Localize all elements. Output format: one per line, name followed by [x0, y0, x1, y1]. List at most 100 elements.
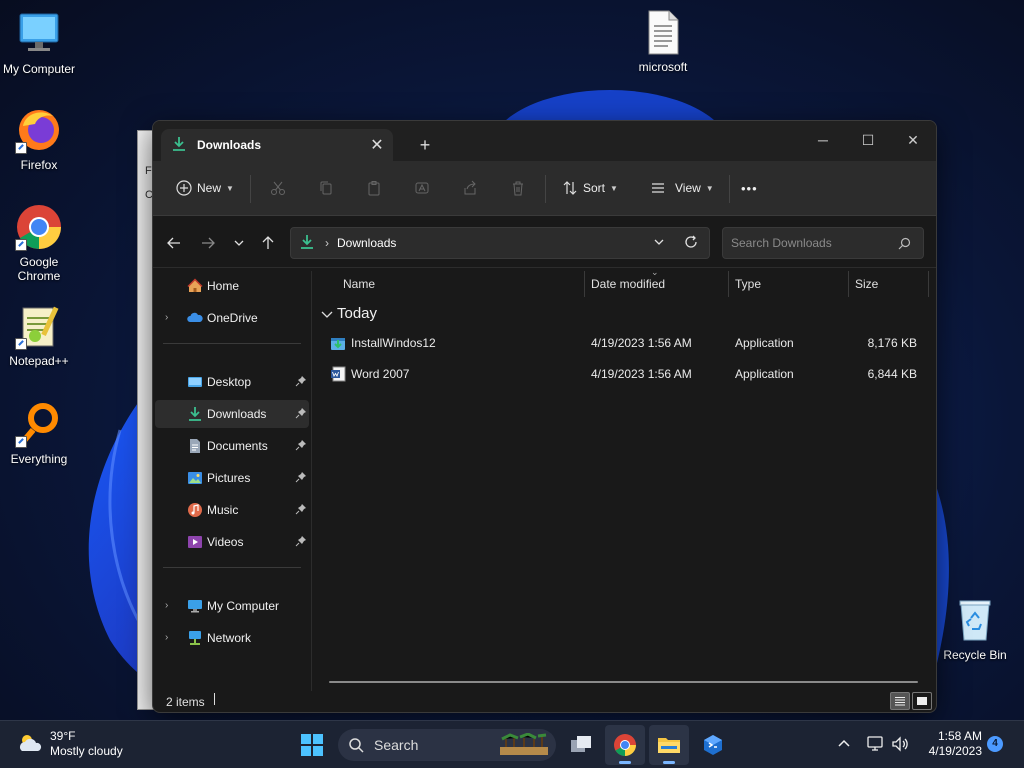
- taskbar-app[interactable]: [693, 725, 733, 765]
- details-view-button[interactable]: [890, 692, 910, 710]
- view-button[interactable]: View ▼: [645, 174, 714, 202]
- nav-item-onedrive[interactable]: › OneDrive: [155, 304, 309, 332]
- command-bar: New ▼ Sort ▼ View ▼ •••: [153, 161, 936, 216]
- notification-badge[interactable]: 4: [987, 736, 1003, 752]
- column-divider[interactable]: [728, 271, 729, 297]
- column-header-type[interactable]: Type: [735, 277, 761, 291]
- group-header-today[interactable]: Today: [321, 305, 377, 322]
- everything-icon: [15, 400, 63, 448]
- pin-icon[interactable]: [295, 503, 307, 517]
- minimize-button[interactable]: ─: [800, 125, 846, 155]
- up-button[interactable]: [255, 230, 281, 256]
- desktop-icon-everything[interactable]: Everything: [0, 400, 78, 466]
- more-options-button[interactable]: •••: [741, 174, 758, 202]
- tiles-view-button[interactable]: [912, 692, 932, 710]
- delete-button[interactable]: [505, 174, 531, 202]
- column-divider[interactable]: [584, 271, 585, 297]
- recent-locations-button[interactable]: [226, 230, 252, 256]
- nav-item-home[interactable]: Home: [155, 272, 309, 300]
- tab-downloads[interactable]: Downloads ✕: [161, 129, 393, 161]
- weather-widget[interactable]: 39°F Mostly cloudy: [16, 729, 123, 760]
- pin-icon[interactable]: [295, 407, 307, 421]
- column-header-name[interactable]: Name: [343, 277, 375, 291]
- paste-button[interactable]: [361, 174, 387, 202]
- breadcrumb-downloads[interactable]: Downloads: [337, 236, 396, 250]
- task-view-icon: [571, 736, 591, 752]
- sort-button[interactable]: Sort ▼: [557, 174, 618, 202]
- task-view-button[interactable]: [561, 725, 601, 765]
- pin-icon[interactable]: [295, 375, 307, 389]
- file-date: 4/19/2023 1:56 AM: [591, 336, 692, 350]
- back-button[interactable]: [161, 230, 187, 256]
- network-icon: [867, 736, 883, 751]
- share-button[interactable]: [457, 174, 483, 202]
- nav-label: Music: [207, 503, 239, 517]
- nav-item-downloads[interactable]: Downloads: [155, 400, 309, 428]
- desktop-icon-label: Everything: [10, 452, 68, 466]
- nav-divider: [163, 343, 301, 344]
- title-bar[interactable]: Downloads ✕ + ─ ☐ ✕: [153, 121, 936, 161]
- folder-icon: [658, 738, 680, 753]
- copy-button[interactable]: [313, 174, 339, 202]
- desktop-icon-chrome[interactable]: Google Chrome: [0, 203, 78, 283]
- arrow-up-icon: [262, 236, 274, 249]
- taskbar-chrome[interactable]: [605, 725, 645, 765]
- desktop-icon-recycle-bin[interactable]: Recycle Bin: [936, 596, 1014, 662]
- nav-item-music[interactable]: Music: [155, 496, 309, 524]
- pin-icon[interactable]: [295, 471, 307, 485]
- maximize-button[interactable]: ☐: [845, 125, 891, 155]
- nav-item-pictures[interactable]: Pictures: [155, 464, 309, 492]
- horizontal-scrollbar[interactable]: [329, 681, 918, 683]
- download-icon: [187, 406, 203, 422]
- refresh-button[interactable]: [684, 235, 698, 252]
- nav-item-videos[interactable]: Videos: [155, 528, 309, 556]
- clock[interactable]: 1:58 AM 4/19/2023: [920, 729, 982, 759]
- nav-item-my-computer[interactable]: › My Computer: [155, 592, 309, 620]
- details-view-icon: [895, 697, 905, 706]
- toolbar-divider: [545, 175, 546, 203]
- table-row[interactable]: [321, 449, 925, 477]
- pin-icon[interactable]: [295, 439, 307, 453]
- nav-item-documents[interactable]: Documents: [155, 432, 309, 460]
- desktop-icon-notepadpp[interactable]: Notepad++: [0, 302, 78, 368]
- taskbar-search[interactable]: Search: [338, 729, 556, 761]
- nav-label: Documents: [207, 439, 268, 453]
- network-status-button[interactable]: [867, 735, 885, 753]
- network-icon: [187, 630, 203, 646]
- tiles-view-icon: [917, 697, 927, 705]
- forward-button[interactable]: [195, 230, 221, 256]
- pin-icon[interactable]: [295, 535, 307, 549]
- column-divider[interactable]: [848, 271, 849, 297]
- file-explorer-window[interactable]: Downloads ✕ + ─ ☐ ✕ New ▼ Sort ▼ View ▼ …: [152, 120, 937, 713]
- desktop-icon-microsoft-file[interactable]: microsoft: [624, 8, 702, 74]
- table-row[interactable]: Word 2007 4/19/2023 1:56 AM Application …: [321, 360, 925, 388]
- column-header-size[interactable]: Size: [855, 277, 878, 291]
- pane-splitter[interactable]: [311, 271, 312, 691]
- column-header-date[interactable]: Date modified: [591, 277, 665, 291]
- document-icon: [187, 438, 203, 454]
- address-history-button[interactable]: [653, 236, 665, 251]
- cut-button[interactable]: [265, 174, 291, 202]
- column-divider[interactable]: [928, 271, 929, 297]
- taskbar-file-explorer[interactable]: [649, 725, 689, 765]
- show-hidden-icons-button[interactable]: [835, 735, 853, 753]
- start-button[interactable]: [292, 725, 332, 765]
- file-date: 4/19/2023 1:56 AM: [591, 367, 692, 381]
- share-icon: [457, 174, 483, 202]
- volume-button[interactable]: [891, 735, 909, 753]
- close-tab-icon[interactable]: ✕: [361, 135, 393, 155]
- nav-item-network[interactable]: › Network: [155, 624, 309, 652]
- desktop-icon-firefox[interactable]: Firefox: [0, 106, 78, 172]
- new-tab-button[interactable]: +: [413, 133, 437, 157]
- close-window-button[interactable]: ✕: [890, 125, 936, 155]
- rename-button[interactable]: [409, 174, 435, 202]
- table-row[interactable]: InstallWindos12 4/19/2023 1:56 AM Applic…: [321, 329, 925, 357]
- monitor-icon: [15, 10, 63, 58]
- nav-item-desktop[interactable]: Desktop: [155, 368, 309, 396]
- new-button[interactable]: New ▼: [171, 174, 234, 202]
- breadcrumb-separator: ›: [325, 236, 329, 250]
- address-bar[interactable]: › Downloads: [290, 227, 710, 259]
- search-input[interactable]: Search Downloads: [722, 227, 924, 259]
- sort-icon: [557, 174, 583, 202]
- desktop-icon-my-computer[interactable]: My Computer: [0, 10, 78, 76]
